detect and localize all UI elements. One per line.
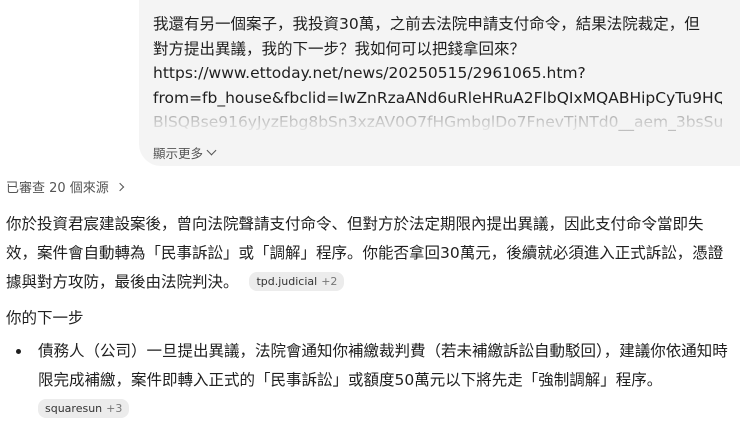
citation-source: squaresun (45, 402, 103, 415)
show-more-label: 顯示更多 (153, 146, 204, 161)
citation-source: tpd.judicial (256, 275, 318, 288)
citation-chip[interactable]: tpd.judicial +2 (249, 272, 345, 291)
message-link-line-faded: BlSQBse916yJyzEbg8bSn3xzAV0O7fHGmbglDo7F… (153, 113, 722, 131)
answer-paragraph-text: 你於投資君宸建設案後，曾向法院聲請支付命令、但對方於法定期限內提出異議，因此支付… (6, 215, 724, 291)
citation-chip[interactable]: squaresun +3 (38, 399, 130, 418)
chevron-down-icon (206, 145, 217, 156)
citation-more-count: +3 (106, 402, 123, 415)
list-item-text: 債務人（公司）一旦提出異議，法院會通知你補繳裁判費（若未補繳訴訟自動駁回），建議… (38, 342, 728, 389)
section-heading: 你的下一步 (6, 309, 84, 327)
message-link-line: from=fb_house&fbclid=IwZnRzaANd6uRleHRuA… (153, 88, 722, 107)
bullet-dot (16, 349, 21, 354)
message-line: 對方提出異議，我的下一步？我如何可以把錢拿回來？ (153, 39, 526, 58)
message-line: 我還有另一個案子，我投資30萬，之前去法院申請支付命令，結果法院裁定，但 (153, 15, 700, 33)
message-link-line: https://www.ettoday.net/news/20250515/29… (153, 64, 586, 82)
answer-paragraph: 你於投資君宸建設案後，曾向法院聲請支付命令、但對方於法定期限內提出異議，因此支付… (6, 210, 734, 297)
user-message-bubble: 我還有另一個案子，我投資30萬，之前去法院申請支付命令，結果法院裁定，但 對方提… (139, 0, 740, 166)
show-more-button[interactable]: 顯示更多 (153, 143, 217, 162)
sources-label: 已審查 20 個來源 (6, 181, 109, 196)
chevron-right-icon (115, 182, 125, 191)
user-message-text: 我還有另一個案子，我投資30萬，之前去法院申請支付命令，結果法院裁定，但 對方提… (153, 12, 722, 135)
sources-reviewed-button[interactable]: 已審查 20 個來源 (6, 177, 125, 196)
citation-more-count: +2 (321, 275, 338, 288)
